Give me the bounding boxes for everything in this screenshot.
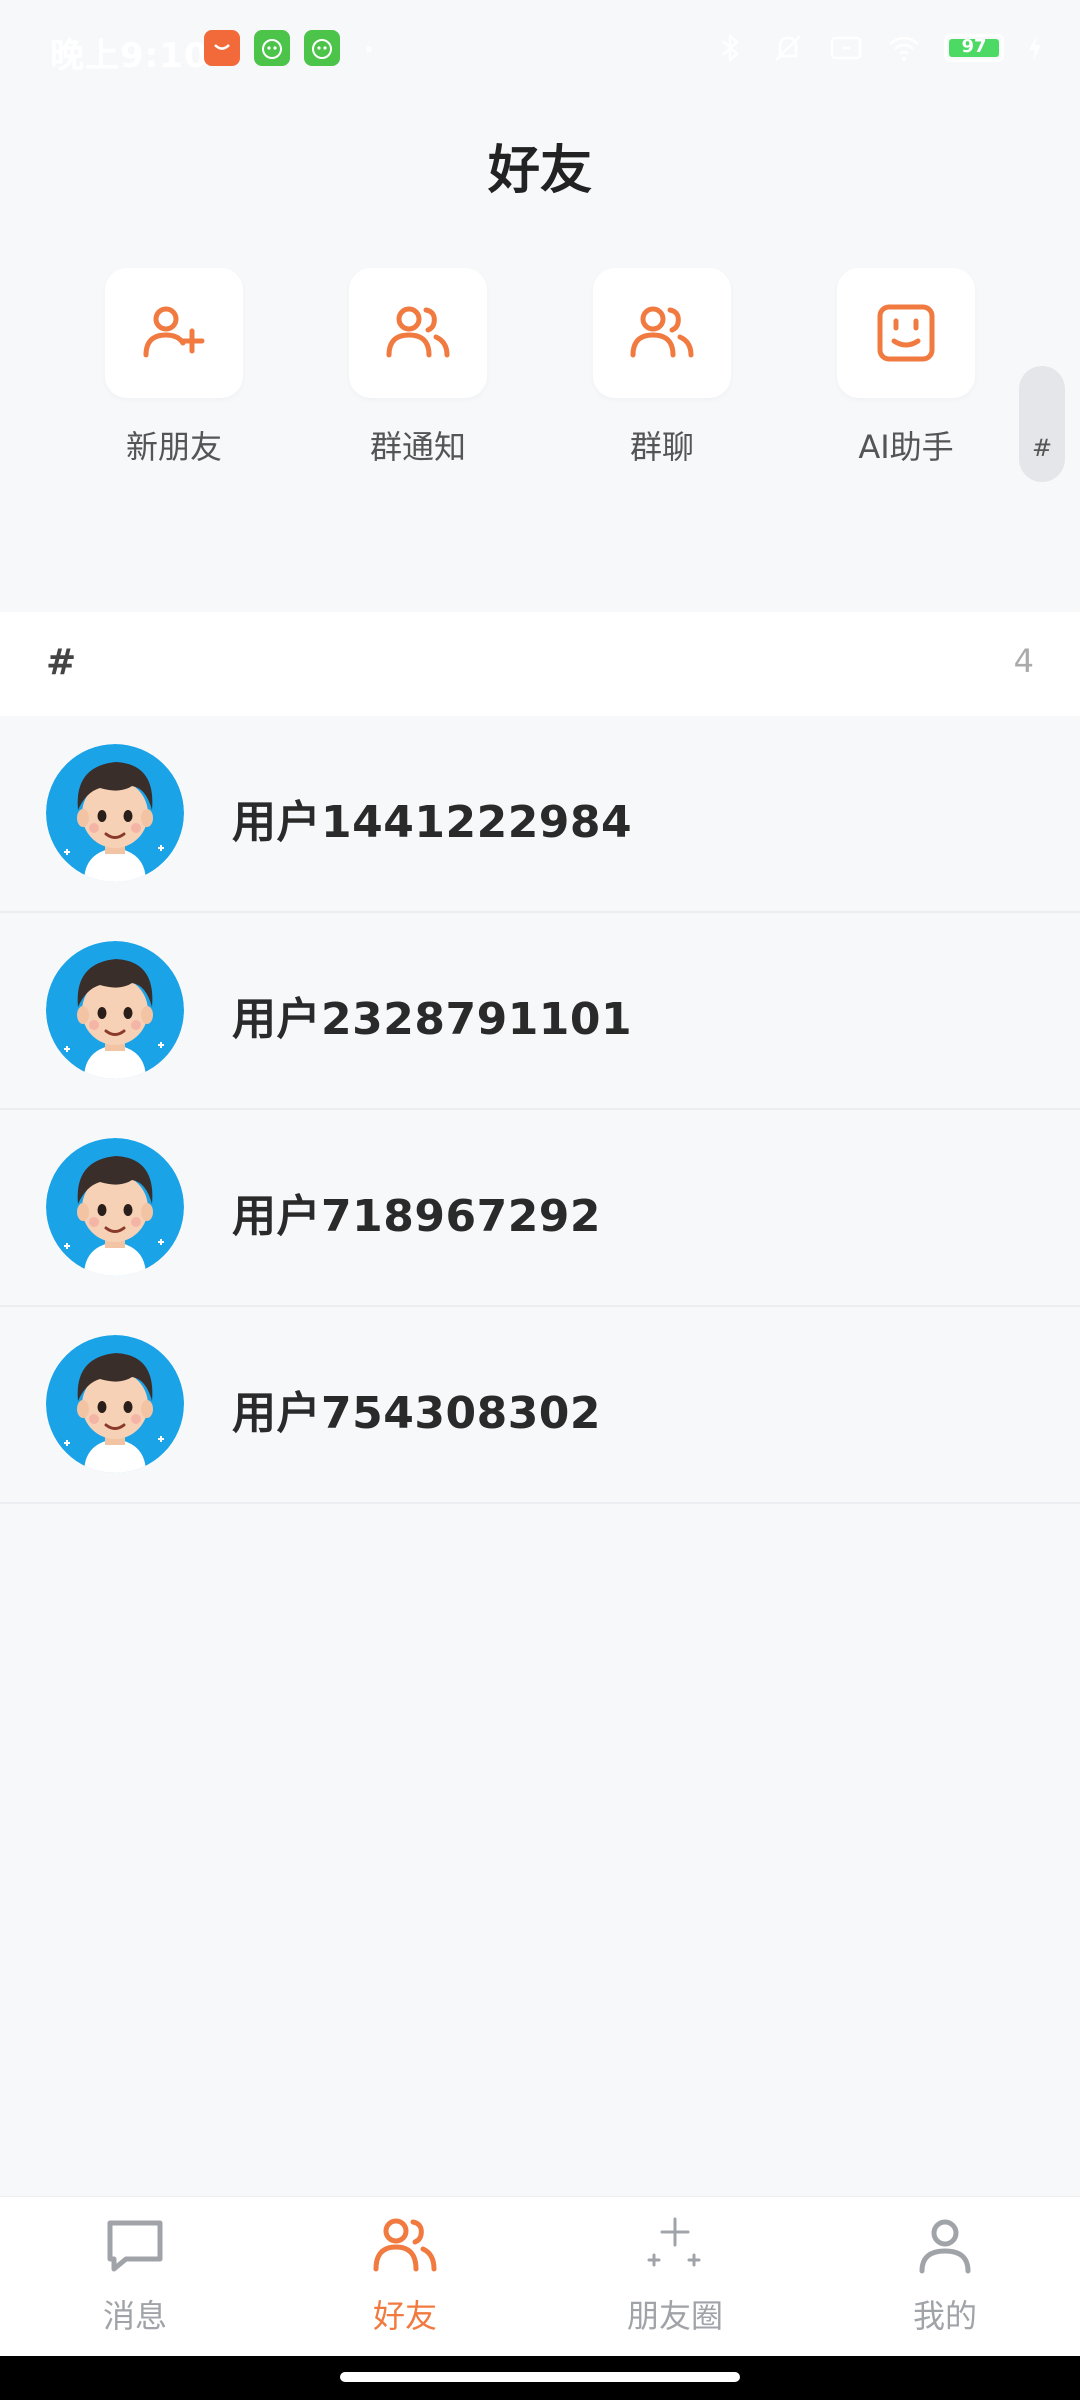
tab-moments-label: 朋友圈 — [626, 2297, 723, 2335]
robot-face-icon — [877, 304, 935, 362]
battery-icon: 97 — [944, 34, 1004, 62]
avatar[interactable] — [46, 744, 184, 882]
ai-assistant-label: AI助手 — [858, 428, 954, 466]
tab-friends[interactable]: 好友 — [305, 2211, 505, 2351]
friends-icon — [373, 2218, 437, 2272]
tab-profile[interactable]: 我的 — [845, 2211, 1045, 2351]
chat-bubble-icon — [107, 2220, 163, 2272]
gesture-area — [0, 2356, 1080, 2400]
new-friends-label: 新朋友 — [125, 428, 222, 466]
tab-messages[interactable]: 消息 — [35, 2211, 235, 2351]
friend-row[interactable]: 用户1441222984 — [0, 716, 1080, 913]
charging-icon — [1029, 35, 1041, 61]
alphabet-index-bar[interactable]: # — [1019, 366, 1065, 482]
ai-assistant-button[interactable]: AI助手 — [826, 268, 986, 468]
section-letter: # — [46, 642, 77, 683]
status-bar: 晚上9:10 97 — [0, 0, 1080, 96]
tab-friends-label: 好友 — [372, 2297, 437, 2335]
wifi-icon — [889, 36, 919, 61]
group-notifications-label: 群通知 — [369, 428, 466, 466]
tab-messages-label: 消息 — [102, 2297, 167, 2335]
tab-profile-label: 我的 — [912, 2297, 977, 2335]
new-friends-button[interactable]: 新朋友 — [94, 268, 254, 468]
friend-row[interactable]: 用户2328791101 — [0, 913, 1080, 1110]
friend-name: 用户718967292 — [232, 1191, 602, 1242]
group-notifications-tile[interactable] — [349, 268, 487, 398]
quick-actions: 新朋友 群通知 群聊 AI助手 — [0, 268, 1080, 488]
group-notifications-button[interactable]: 群通知 — [338, 268, 498, 468]
avatar[interactable] — [46, 1335, 184, 1473]
friend-name: 用户1441222984 — [232, 797, 633, 848]
index-letter-hash[interactable]: # — [1032, 434, 1052, 462]
notification-dot — [366, 46, 372, 52]
tab-moments[interactable]: 朋友圈 — [575, 2211, 775, 2351]
friend-name: 用户2328791101 — [232, 994, 633, 1045]
mall-app-icon — [204, 30, 240, 66]
ai-assistant-tile[interactable] — [837, 268, 975, 398]
group-chats-label: 群聊 — [629, 428, 694, 466]
group-chats-button[interactable]: 群聊 — [582, 268, 742, 468]
friend-row[interactable]: 用户718967292 — [0, 1110, 1080, 1307]
new-friends-tile[interactable] — [105, 268, 243, 398]
section-header: # 4 — [0, 612, 1080, 716]
avatar[interactable] — [46, 1138, 184, 1276]
bottom-tab-bar: 消息 好友 朋友圈 我的 — [0, 2196, 1080, 2356]
avatar[interactable] — [46, 941, 184, 1079]
robot-app-icon — [304, 30, 340, 66]
app-root: 晚上9:10 97 好友 新朋友 群通知 群聊 AI助手 # # 4 用户144… — [0, 0, 1080, 2400]
friend-list: 用户1441222984 用户2328791101 用户718967292 用户… — [0, 716, 1080, 1504]
bluetooth-icon — [722, 34, 739, 62]
add-user-icon — [143, 306, 205, 358]
profile-icon — [919, 2219, 971, 2274]
friend-name: 用户754308302 — [232, 1388, 602, 1439]
page-title: 好友 — [487, 141, 592, 201]
robot-app-icon — [254, 30, 290, 66]
screen-icon — [830, 36, 862, 60]
mute-icon — [775, 35, 801, 61]
group-icon — [386, 306, 450, 358]
section-count: 4 — [1013, 642, 1034, 680]
status-time: 晚上9:10 — [50, 36, 209, 76]
friend-row[interactable]: 用户754308302 — [0, 1307, 1080, 1504]
battery-level: 97 — [961, 36, 987, 57]
sparkle-icon — [647, 2217, 701, 2267]
status-right-icons: 97 — [712, 26, 1044, 70]
home-indicator[interactable] — [340, 2372, 740, 2382]
group-chats-tile[interactable] — [593, 268, 731, 398]
group-icon — [630, 306, 694, 358]
